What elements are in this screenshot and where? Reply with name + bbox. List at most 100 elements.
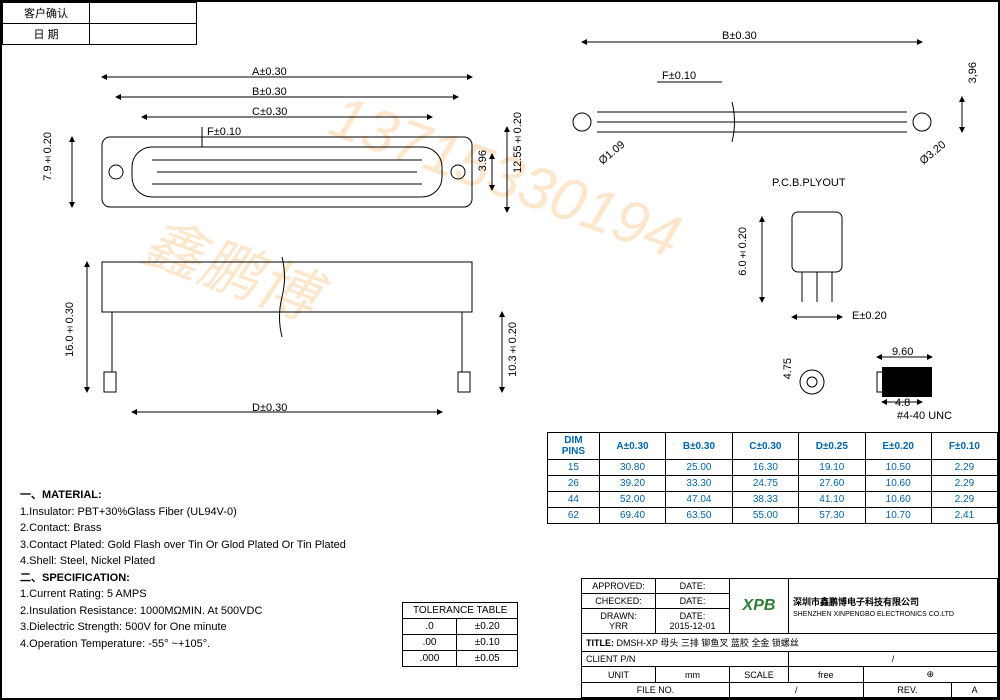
dim-hdr: DIM [564, 435, 582, 446]
dim-10-3: 10.3±0.20 [507, 322, 519, 377]
dim-3-96: 3.96 [477, 150, 489, 171]
dim-row: 4452.0047.0438.3341.1010.602.29 [548, 492, 998, 508]
dim-cell: 2.41 [931, 508, 997, 524]
tol-r3a: .000 [403, 651, 457, 667]
cust-confirm-value [90, 3, 197, 24]
dim-A: A±0.30 [252, 66, 287, 78]
scale-lbl: SCALE [730, 667, 789, 683]
checked-date-lbl: DATE: [656, 594, 730, 609]
thread: #4-40 UNC [897, 410, 952, 422]
date-value [90, 24, 197, 45]
dim-cell: 33.30 [666, 476, 732, 492]
col-E: E±0.20 [865, 433, 931, 460]
pins-cell: 62 [548, 508, 600, 524]
spec-1: 1.Current Rating: 5 AMPS [20, 588, 147, 600]
spec-3: 3.Dielectric Strength: 500V for One minu… [20, 621, 227, 633]
tol-r2b: ±0.10 [457, 635, 518, 651]
material-hdr: 一、MATERIAL: [20, 489, 102, 501]
tolerance-table: TOLERANCE TABLE .0±0.20 .00±0.10 .000±0.… [402, 602, 518, 667]
dim-cell: 63.50 [666, 508, 732, 524]
dim-B: B±0.30 [252, 86, 287, 98]
client-v: / [789, 652, 998, 667]
mat-1: 1.Insulator: PBT+30%Glass Fiber (UL94V-0… [20, 506, 237, 518]
unit-v: mm [656, 667, 730, 683]
tol-r2a: .00 [403, 635, 457, 651]
dim-D: D±0.30 [252, 402, 287, 414]
dim-cell: 52.00 [599, 492, 665, 508]
watermark-cn: 鑫鹏博 [133, 194, 332, 337]
logo: XPB [730, 579, 789, 634]
checked-lbl: CHECKED: [582, 594, 656, 609]
drawing-page: 客户确认 日 期 鑫鹏博 13715330194 [0, 0, 1000, 700]
spec-4: 4.Operation Temperature: -55° ~+105°. [20, 638, 210, 650]
dim-16: 16.0±0.30 [64, 302, 76, 357]
dim-row: 6269.4063.5055.0057.3010.702.41 [548, 508, 998, 524]
mat-2: 2.Contact: Brass [20, 522, 101, 534]
dim-B-pcb: B±0.30 [722, 30, 757, 42]
dim-cell: 41.10 [799, 492, 865, 508]
tol-r3b: ±0.05 [457, 651, 518, 667]
dim-12-55: 12.55±0.20 [512, 112, 524, 173]
spec-hdr: 二、SPECIFICATION: [20, 572, 130, 584]
dim-4-75: 4.75 [782, 358, 794, 379]
approval-table: 客户确认 日 期 [2, 2, 197, 45]
pins-hdr: PINS [562, 446, 585, 457]
notes: 一、MATERIAL: 1.Insulator: PBT+30%Glass Fi… [20, 487, 346, 652]
approved-date-lbl: DATE: [656, 579, 730, 594]
tol-title: TOLERANCE TABLE [403, 603, 518, 619]
pcb-label: P.C.B.PLYOUT [772, 177, 846, 189]
dim-6-0: 6.0±0.20 [737, 227, 749, 276]
dim-cell: 10.60 [865, 492, 931, 508]
title-lbl: TITLE: [586, 638, 614, 648]
dim-9-60: 9.60 [892, 346, 913, 358]
proj-sym: ⊕ [863, 667, 997, 683]
dim-cell: 27.60 [799, 476, 865, 492]
unit-lbl: UNIT [582, 667, 656, 683]
mat-3: 3.Contact Plated: Gold Flash over Tin Or… [20, 539, 346, 551]
col-F: F±0.10 [931, 433, 997, 460]
dim-cell: 2.29 [931, 476, 997, 492]
company-cn: 深圳市鑫鹏博电子科技有限公司 [793, 597, 919, 607]
title-v: DMSH-XP 母头 三排 铆鱼叉 蓝胶 全金 锁螺丝 [617, 638, 799, 648]
dim-cell: 16.30 [732, 460, 798, 476]
watermark-phone: 13715330194 [321, 81, 690, 271]
dim-cell: 24.75 [732, 476, 798, 492]
dim-cell: 10.60 [865, 476, 931, 492]
dim-F: F±0.10 [207, 126, 241, 138]
dim-cell: 10.50 [865, 460, 931, 476]
tol-r1a: .0 [403, 619, 457, 635]
dim-4-8: 4.8 [895, 397, 910, 409]
dim-cell: 2.29 [931, 460, 997, 476]
company-en: SHENZHEN XINPENGBO ELECTRONICS CO.LTD [793, 611, 954, 618]
dim-cell: 19.10 [799, 460, 865, 476]
drawn-v: YRR [609, 621, 628, 631]
dim-row: 1530.8025.0016.3019.1010.502.29 [548, 460, 998, 476]
rev-lbl: REV. [863, 683, 952, 698]
col-A: A±0.30 [599, 433, 665, 460]
dim-cell: 38.33 [732, 492, 798, 508]
dim-row: 2639.2033.3024.7527.6010.602.29 [548, 476, 998, 492]
dim-7-9: 7.9±0.20 [42, 132, 54, 181]
pins-cell: 26 [548, 476, 600, 492]
col-B: B±0.30 [666, 433, 732, 460]
dim-C: C±0.30 [252, 106, 287, 118]
dim-cell: 69.40 [599, 508, 665, 524]
tol-r1b: ±0.20 [457, 619, 518, 635]
dim-E: E±0.20 [852, 310, 887, 322]
client-lbl: CLIENT P/N [586, 654, 635, 664]
file-lbl: FILE NO. [582, 683, 730, 698]
drawn-date-lbl: DATE: [680, 611, 706, 621]
dim-cell: 25.00 [666, 460, 732, 476]
approved-lbl: APPROVED: [582, 579, 656, 594]
drawn-lbl: DRAWN: [600, 611, 636, 621]
dim-3-96b: 3,96 [967, 62, 979, 83]
file-v: / [730, 683, 864, 698]
date-label: 日 期 [3, 24, 90, 45]
dim-3-20: Ø3.20 [918, 139, 949, 167]
mat-4: 4.Shell: Steel, Nickel Plated [20, 555, 155, 567]
dim-cell: 2.29 [931, 492, 997, 508]
col-D: D±0.25 [799, 433, 865, 460]
dim-cell: 47.04 [666, 492, 732, 508]
dim-cell: 30.80 [599, 460, 665, 476]
spec-2: 2.Insulation Resistance: 1000MΩMIN. At 5… [20, 605, 262, 617]
